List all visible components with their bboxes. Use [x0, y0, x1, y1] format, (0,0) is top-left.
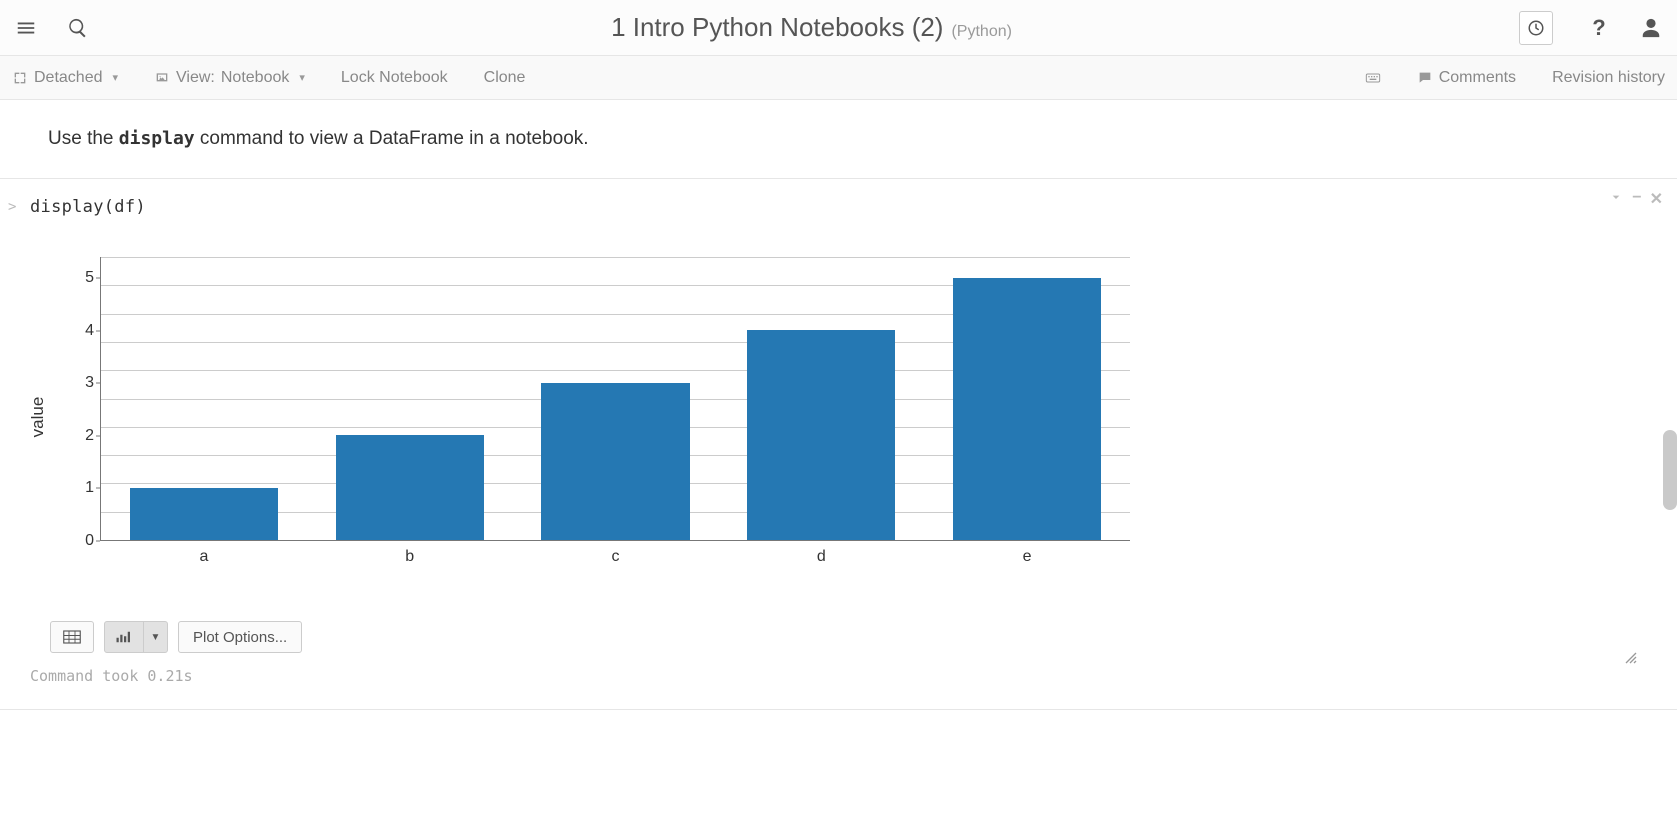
chart-bar[interactable]: [953, 278, 1101, 540]
chart-ytick-label: 3: [78, 374, 94, 392]
plot-area: abcde: [100, 257, 1130, 541]
chart-bar[interactable]: [130, 488, 278, 540]
view-dropdown[interactable]: View: Notebook: [154, 69, 305, 87]
chart-bar-slot: c: [513, 257, 719, 540]
command-status: Command took 0.21s: [30, 667, 1647, 685]
plot-options-button[interactable]: Plot Options...: [178, 621, 302, 653]
chart-bar-slot: a: [101, 257, 307, 540]
lock-notebook-button[interactable]: Lock Notebook: [341, 69, 448, 87]
title-area: 1 Intro Python Notebooks (2) (Python): [104, 12, 1519, 43]
chart-xtick-label: d: [817, 548, 826, 566]
secondary-toolbar: Detached View: Notebook Lock Notebook Cl…: [0, 56, 1677, 100]
keyboard-shortcuts-icon[interactable]: [1365, 70, 1381, 86]
clone-label: Clone: [484, 69, 526, 87]
md-code: display: [119, 128, 195, 149]
chart-bar-slot: d: [718, 257, 924, 540]
chart-xtick-label: e: [1023, 548, 1032, 566]
chart-type-dropdown[interactable]: ▼: [143, 622, 167, 652]
revision-history-button[interactable]: Revision history: [1552, 69, 1665, 87]
code-content[interactable]: display(df): [30, 197, 1647, 217]
chart: value 012345 abcde: [50, 257, 1130, 577]
chart-bar-slot: b: [307, 257, 513, 540]
chart-ytick-label: 1: [78, 479, 94, 497]
notebook-title[interactable]: 1 Intro Python Notebooks (2): [611, 12, 943, 43]
comments-button[interactable]: Comments: [1417, 69, 1516, 87]
chart-ylabel: value: [28, 397, 48, 438]
cell-minimize-icon[interactable]: −: [1632, 189, 1641, 210]
chart-bar[interactable]: [541, 383, 689, 540]
chart-icon[interactable]: [105, 622, 143, 652]
chart-xtick-label: c: [611, 548, 619, 566]
resize-handle-icon[interactable]: [1625, 651, 1637, 667]
markdown-cell: Use the display command to view a DataFr…: [0, 100, 1677, 178]
chart-bar[interactable]: [336, 435, 484, 540]
output-toolbar: ▼ Plot Options...: [50, 621, 302, 653]
md-text-pre: Use the: [48, 128, 119, 149]
plot-options-label: Plot Options...: [193, 629, 287, 646]
chart-ytick-label: 4: [78, 322, 94, 340]
menu-icon[interactable]: [0, 0, 52, 56]
user-icon[interactable]: [1625, 0, 1677, 56]
view-mode: Notebook: [221, 69, 290, 87]
cell-collapse-toggle[interactable]: >: [8, 199, 16, 215]
detached-dropdown[interactable]: Detached: [12, 69, 118, 87]
comments-label: Comments: [1439, 69, 1516, 87]
search-icon[interactable]: [52, 0, 104, 56]
chart-ytick-label: 2: [78, 427, 94, 445]
clone-button[interactable]: Clone: [484, 69, 526, 87]
view-prefix: View:: [176, 69, 215, 87]
notebook-language: (Python): [951, 23, 1011, 41]
table-view-button[interactable]: [50, 621, 94, 653]
lock-label: Lock Notebook: [341, 69, 448, 87]
code-cell[interactable]: > − ✕ display(df) value 012345 abcde ▼: [0, 178, 1677, 701]
cell-close-icon[interactable]: ✕: [1650, 189, 1663, 210]
chart-xtick-label: a: [199, 548, 208, 566]
cell-controls: − ✕: [1608, 189, 1663, 210]
cell-divider: [0, 709, 1677, 710]
chart-xtick-label: b: [405, 548, 414, 566]
md-text-post: command to view a DataFrame in a noteboo…: [195, 128, 589, 149]
top-header: 1 Intro Python Notebooks (2) (Python) ?: [0, 0, 1677, 56]
scrollbar-thumb[interactable]: [1663, 430, 1677, 510]
chart-bar[interactable]: [747, 330, 895, 540]
help-icon[interactable]: ?: [1573, 0, 1625, 56]
schedule-button[interactable]: [1519, 11, 1553, 45]
revision-label: Revision history: [1552, 69, 1665, 87]
detached-label: Detached: [34, 69, 103, 87]
cell-run-chevron-icon[interactable]: [1608, 189, 1624, 210]
chart-ytick-label: 5: [78, 269, 94, 287]
chart-view-button[interactable]: ▼: [104, 621, 168, 653]
chart-bar-slot: e: [924, 257, 1130, 540]
chart-ytick-label: 0: [78, 532, 94, 550]
